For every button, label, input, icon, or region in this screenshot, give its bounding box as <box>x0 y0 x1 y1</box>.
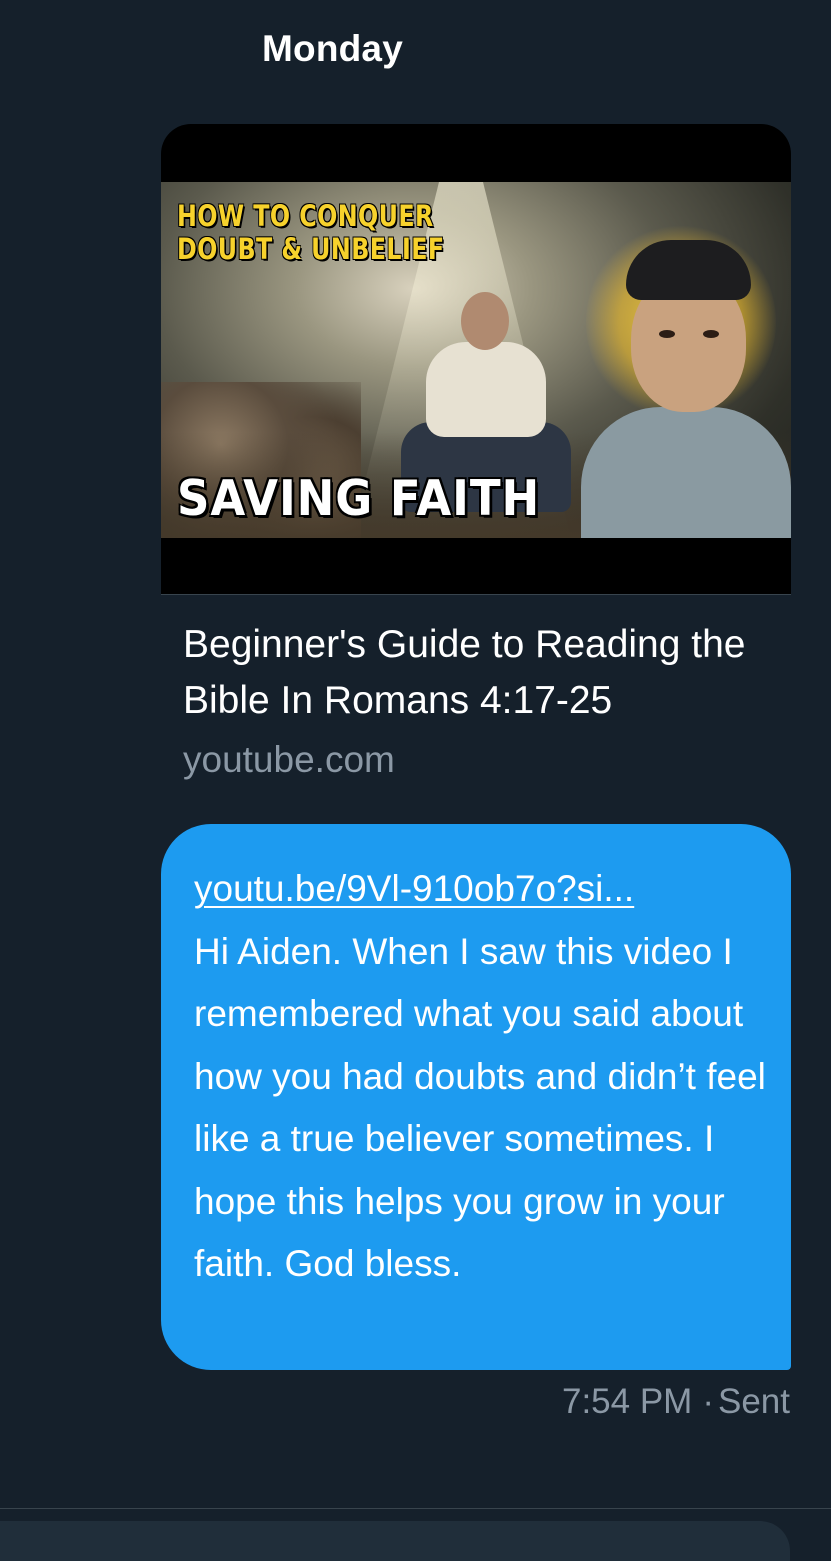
thumbnail-headline-top: HOW TO CONQUER DOUBT & UNBELIEF <box>177 199 445 266</box>
composer-divider <box>0 1508 831 1509</box>
message-status: Sent <box>718 1382 790 1421</box>
message-composer[interactable] <box>0 1521 790 1561</box>
thumbnail-presenter <box>581 222 791 538</box>
day-header: Monday <box>262 28 403 69</box>
link-preview-domain: youtube.com <box>183 739 395 780</box>
message-text: youtu.be/9Vl-910ob7o?si... Hi Aiden. Whe… <box>194 858 769 1296</box>
message-body: Hi Aiden. When I saw this video I rememb… <box>194 930 766 1285</box>
link-preview-title[interactable]: Beginner's Guide to Reading the Bible In… <box>183 617 783 729</box>
message-time: 7:54 PM <box>561 1382 693 1421</box>
link-preview-card[interactable]: HOW TO CONQUER DOUBT & UNBELIEF SAVING F… <box>161 124 791 595</box>
meta-separator: · <box>702 1382 714 1421</box>
message-link[interactable]: youtu.be/9Vl-910ob7o?si... <box>194 858 769 921</box>
thumbnail-headline-bottom: SAVING FAITH <box>177 470 541 527</box>
message-meta: 7:54 PM · Sent <box>562 1380 790 1424</box>
message-bubble[interactable]: youtu.be/9Vl-910ob7o?si... Hi Aiden. Whe… <box>161 824 791 1370</box>
video-thumbnail[interactable]: HOW TO CONQUER DOUBT & UNBELIEF SAVING F… <box>161 182 791 538</box>
